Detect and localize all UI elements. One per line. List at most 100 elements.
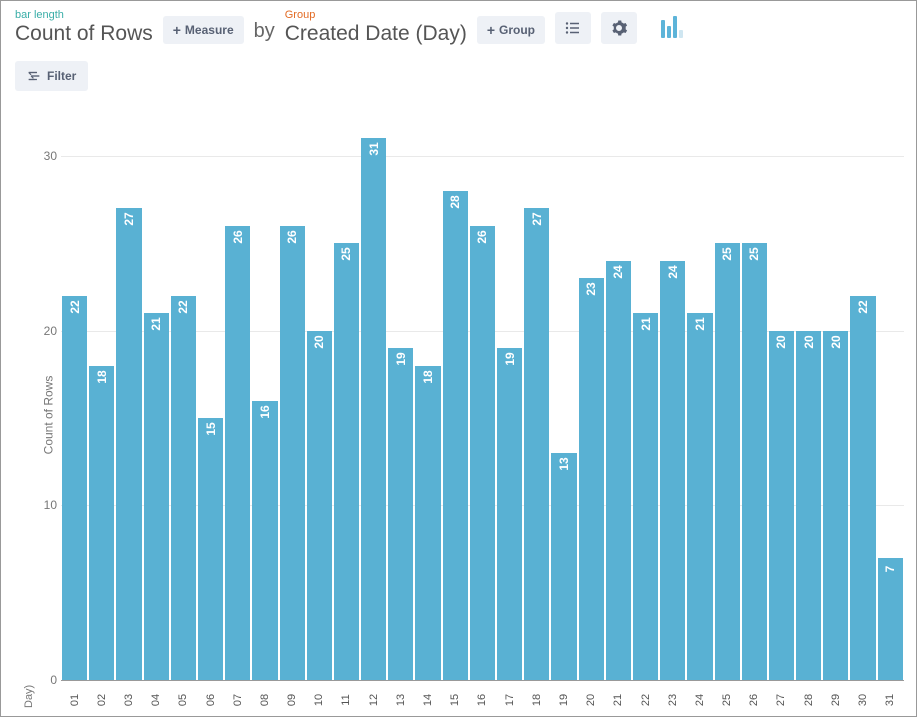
bar[interactable]: 22 [62, 121, 87, 680]
bar-glyph [667, 26, 671, 38]
bar[interactable]: 21 [687, 121, 712, 680]
x-tick-label: 14 [422, 694, 434, 706]
filter-bar: Filter [1, 49, 916, 97]
x-tick: 12 [361, 682, 386, 708]
bar-value-label: 25 [339, 248, 353, 261]
legend-button[interactable] [555, 12, 591, 44]
filter-label: Filter [47, 69, 76, 83]
bar-value-label: 21 [149, 317, 163, 330]
bar-value-label: 24 [666, 265, 680, 278]
bar-value-label: 26 [475, 230, 489, 243]
group-field[interactable]: Group Created Date (Day) [285, 9, 467, 45]
bar-value-label: 23 [584, 283, 598, 296]
add-group-button[interactable]: + Group [477, 16, 545, 44]
bar[interactable]: 31 [361, 121, 386, 680]
x-tick-label: 15 [449, 694, 461, 706]
bar[interactable]: 18 [415, 121, 440, 680]
plot-region: 0102030 22182721221526162620253119182826… [61, 121, 904, 680]
bar-value-label: 19 [503, 352, 517, 365]
x-tick: 02 [89, 682, 114, 708]
filter-icon [27, 69, 41, 83]
x-tick-label: 17 [504, 694, 516, 706]
bar-value-label: 19 [394, 352, 408, 365]
x-tick-label: 28 [803, 694, 815, 706]
x-tick-label: 06 [205, 694, 217, 706]
bar[interactable]: 13 [551, 121, 576, 680]
x-tick: 16 [470, 682, 495, 708]
x-tick-label: 31 [884, 694, 896, 706]
x-tick-label: 09 [286, 694, 298, 706]
bar-value-label: 25 [747, 248, 761, 261]
measure-field[interactable]: bar length Count of Rows [15, 9, 153, 45]
bar[interactable]: 24 [606, 121, 631, 680]
chart-type-button[interactable] [647, 10, 697, 44]
by-label: by [254, 20, 275, 45]
bar[interactable]: 26 [280, 121, 305, 680]
bar[interactable]: 7 [878, 121, 903, 680]
x-tick-label: 05 [177, 694, 189, 706]
x-tick-label: 24 [694, 694, 706, 706]
bar-value-label: 22 [176, 300, 190, 313]
bar[interactable]: 22 [171, 121, 196, 680]
bar-value-label: 20 [829, 335, 843, 348]
x-tick: 18 [524, 682, 549, 708]
bar[interactable]: 20 [307, 121, 332, 680]
bar[interactable]: 22 [850, 121, 875, 680]
bar[interactable]: 25 [334, 121, 359, 680]
add-group-label: Group [499, 23, 535, 37]
x-tick: 22 [633, 682, 658, 708]
x-tick: 26 [742, 682, 767, 708]
x-tick-label: 29 [830, 694, 842, 706]
bar-glyph [661, 20, 665, 38]
bar-glyph [679, 30, 683, 38]
bar[interactable]: 27 [524, 121, 549, 680]
x-tick: 20 [579, 682, 604, 708]
x-ticks: 0102030405060708091011121314151617181920… [61, 682, 904, 708]
add-measure-button[interactable]: + Measure [163, 16, 244, 44]
x-tick: 23 [660, 682, 685, 708]
plus-icon: + [173, 23, 181, 37]
x-tick: 28 [796, 682, 821, 708]
x-axis-title: Day) [23, 685, 35, 708]
bar[interactable]: 16 [252, 121, 277, 680]
chart-area: Count of Rows Day) 0102030 2218272122152… [31, 121, 904, 708]
bar[interactable]: 15 [198, 121, 223, 680]
x-tick: 27 [769, 682, 794, 708]
bar[interactable]: 25 [742, 121, 767, 680]
bar-glyph [673, 16, 677, 38]
x-tick-label: 27 [775, 694, 787, 706]
add-measure-label: Measure [185, 23, 234, 37]
group-value: Created Date (Day) [285, 22, 467, 45]
bar[interactable]: 18 [89, 121, 114, 680]
bar[interactable]: 23 [579, 121, 604, 680]
bar[interactable]: 27 [116, 121, 141, 680]
x-tick: 19 [551, 682, 576, 708]
settings-button[interactable] [601, 12, 637, 44]
bar[interactable]: 20 [769, 121, 794, 680]
bar[interactable]: 21 [144, 121, 169, 680]
filter-button[interactable]: Filter [15, 61, 88, 91]
bar-value-label: 21 [693, 317, 707, 330]
x-tick: 30 [850, 682, 875, 708]
bar[interactable]: 20 [823, 121, 848, 680]
bar[interactable]: 25 [715, 121, 740, 680]
x-tick: 21 [606, 682, 631, 708]
bar[interactable]: 20 [796, 121, 821, 680]
bar[interactable]: 19 [497, 121, 522, 680]
plus-icon: + [487, 23, 495, 37]
x-tick: 05 [171, 682, 196, 708]
bar-value-label: 20 [312, 335, 326, 348]
bar[interactable]: 26 [225, 121, 250, 680]
bars-container: 2218272122152616262025311918282619271323… [61, 121, 904, 680]
bar[interactable]: 26 [470, 121, 495, 680]
bar[interactable]: 28 [443, 121, 468, 680]
bar-value-label: 16 [258, 405, 272, 418]
bar[interactable]: 21 [633, 121, 658, 680]
x-tick-label: 26 [748, 694, 760, 706]
x-tick-label: 13 [395, 694, 407, 706]
bar[interactable]: 24 [660, 121, 685, 680]
x-tick-label: 22 [640, 694, 652, 706]
x-tick: 13 [388, 682, 413, 708]
bar[interactable]: 19 [388, 121, 413, 680]
x-tick-label: 19 [558, 694, 570, 706]
